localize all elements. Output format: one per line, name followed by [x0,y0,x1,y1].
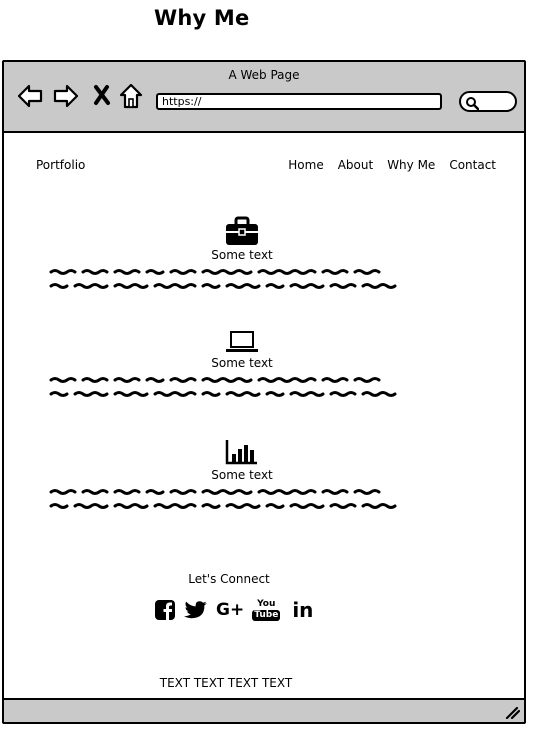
site-brand[interactable]: Portfolio [36,158,85,172]
feature-label: Some text [211,356,273,370]
window-title: A Web Page [228,68,300,82]
nav-home[interactable]: Home [288,158,323,172]
forward-arrow-icon[interactable] [52,82,80,110]
bar-chart-icon [225,440,257,465]
browser-status-bar [4,698,524,722]
laptop-icon [226,331,258,352]
youtube-top-text: You [257,598,276,609]
feature-block: Some text [44,438,440,512]
url-bar[interactable]: https:// [156,93,442,110]
linkedin-icon[interactable]: in [292,598,313,622]
facebook-icon[interactable] [154,599,176,621]
placeholder-scribble-text [49,269,397,289]
nav-about[interactable]: About [338,158,373,172]
resize-grip-icon[interactable] [504,705,520,719]
placeholder-scribble-text [49,489,397,509]
footer-text: TEXT TEXT TEXT TEXT [159,676,293,690]
youtube-bottom-text: Tube [252,609,281,621]
briefcase-icon [226,216,258,245]
browser-toolbar: A Web Page https:// [4,62,524,133]
site-menu: Home About Why Me Contact [288,158,496,172]
social-links: G+ You Tube in [154,598,313,622]
page-title: Why Me [154,6,250,30]
youtube-icon[interactable]: You Tube [252,598,281,621]
connect-heading: Let's Connect [188,572,270,586]
google-plus-icon[interactable]: G+ [216,600,244,620]
feature-label: Some text [211,248,273,262]
back-arrow-icon[interactable] [16,82,44,110]
placeholder-scribble-text [49,377,397,397]
nav-contact[interactable]: Contact [449,158,496,172]
nav-why-me[interactable]: Why Me [387,158,435,172]
home-icon[interactable] [118,82,146,110]
close-x-icon[interactable] [90,82,118,110]
feature-block: Some text [44,216,440,292]
search-box[interactable] [459,91,517,112]
search-icon [466,97,479,110]
feature-block: Some text [44,330,440,400]
feature-label: Some text [211,468,273,482]
browser-window: A Web Page https:// Portfolio Home About… [2,60,526,724]
twitter-icon[interactable] [184,600,208,620]
